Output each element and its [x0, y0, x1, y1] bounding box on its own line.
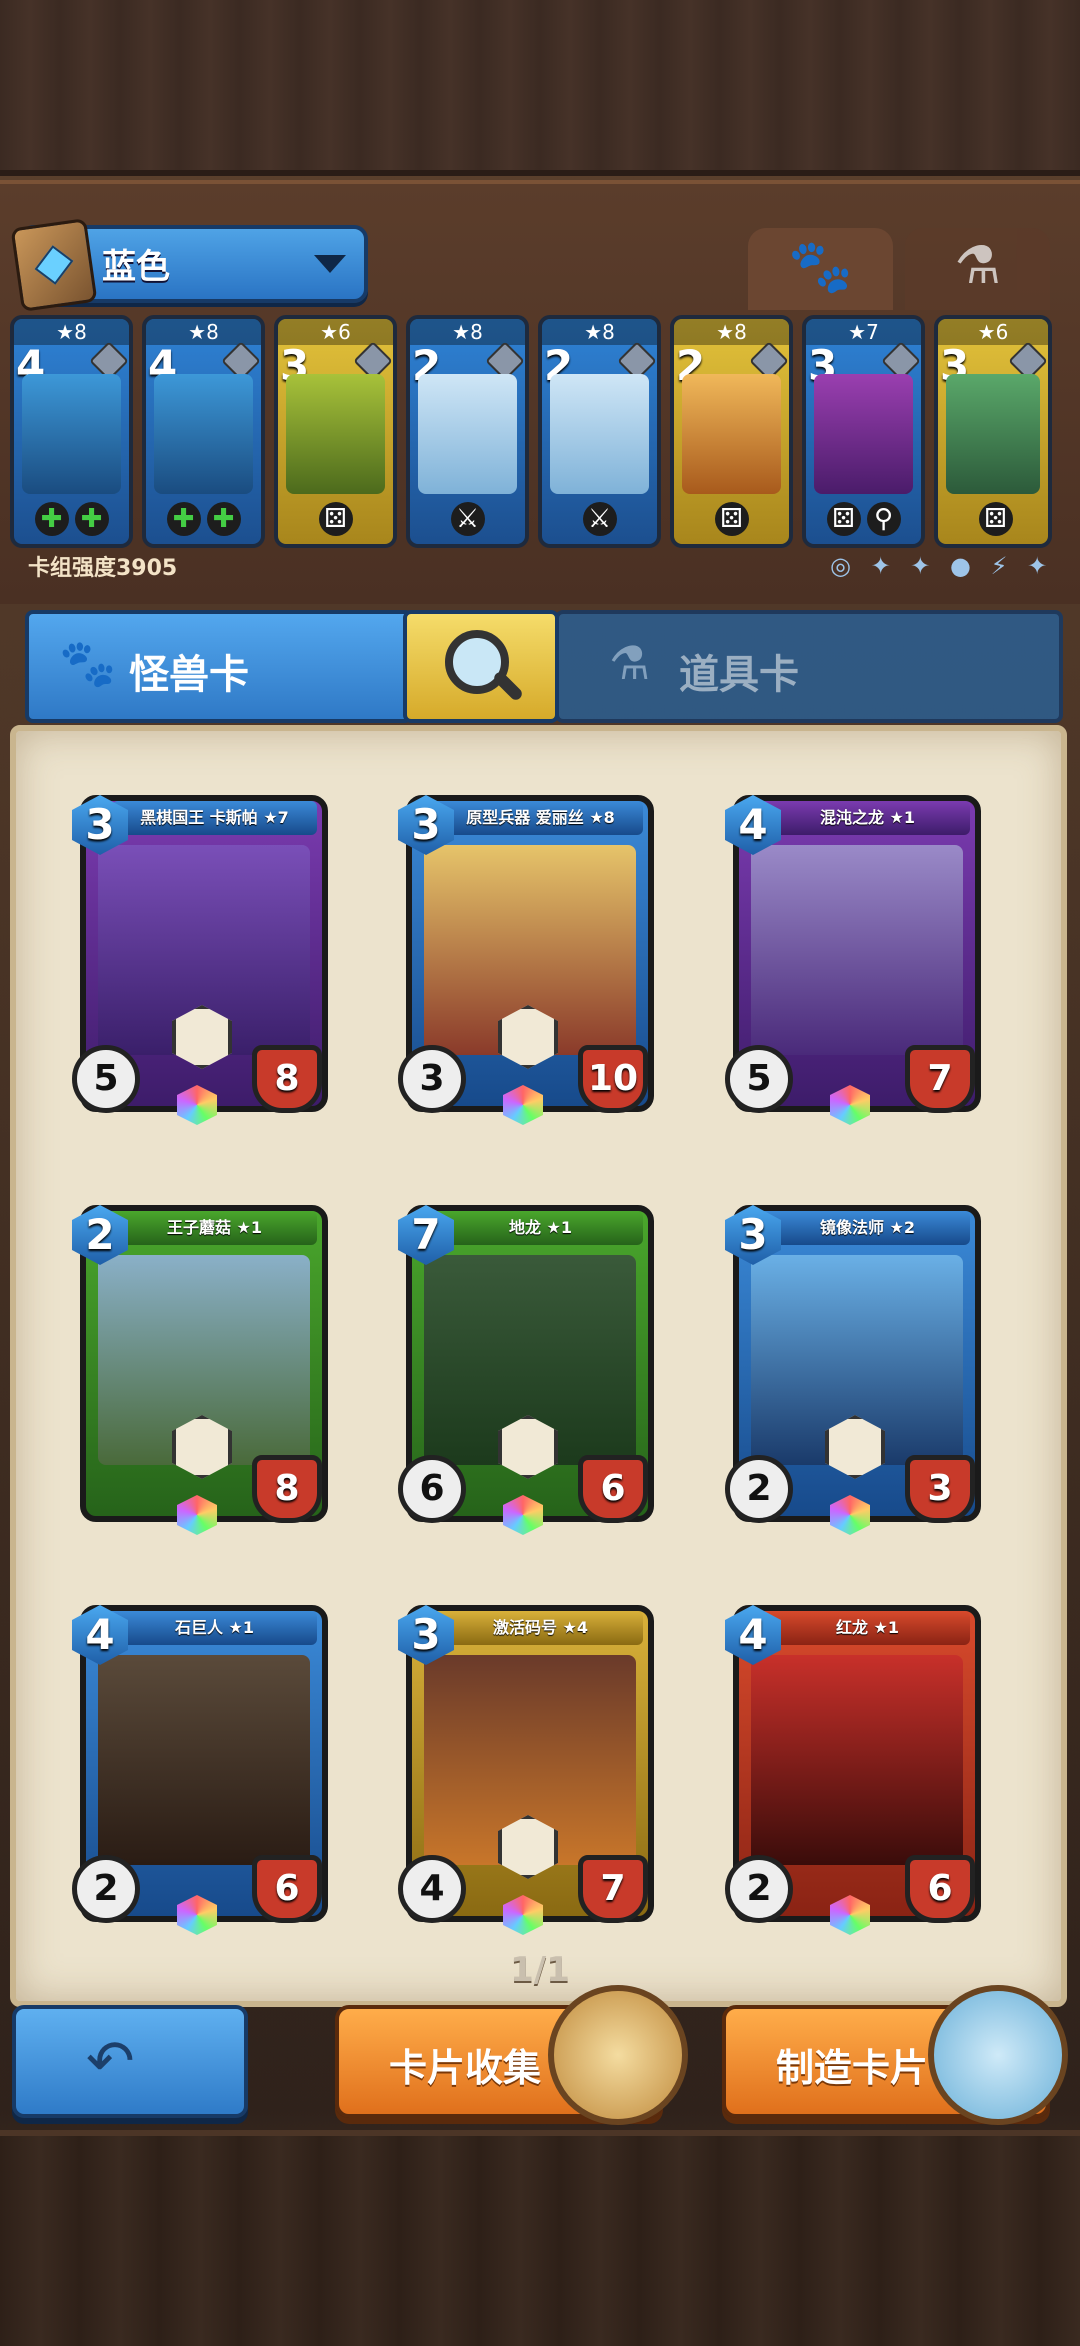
card-health: 10 — [578, 1045, 648, 1113]
button-label: 制造卡片 — [776, 2046, 929, 2090]
card-name: 地龙 ★1 — [438, 1211, 643, 1245]
sword-icon: ⚔ — [450, 502, 485, 536]
card-attack: 6 — [398, 1455, 466, 1523]
tab-label: 道具卡 — [679, 652, 799, 698]
card-art — [946, 374, 1040, 494]
monster-card[interactable]: 地龙 ★1 7 6 6 — [398, 1205, 654, 1535]
tab-monster-cards[interactable]: 🐾 怪兽卡 — [25, 610, 413, 723]
monster-card[interactable]: 红龙 ★1 4 2 6 — [725, 1605, 981, 1935]
bottom-wood-frame — [0, 2130, 1080, 2346]
deck-book-icon — [10, 218, 98, 312]
monster-card[interactable]: 镜像法师 ★2 3 2 3 — [725, 1205, 981, 1535]
hook-icon: ⚲ — [866, 502, 901, 536]
card-art — [98, 1655, 310, 1865]
card-name: 王子蘑菇 ★1 — [112, 1211, 317, 1245]
card-name: 红龙 ★1 — [765, 1611, 970, 1645]
card-health: 6 — [905, 1855, 975, 1923]
deck-name: 蓝色 — [102, 247, 170, 287]
chevron-down-icon — [314, 255, 346, 273]
card-name: 激活码号 ★4 — [438, 1611, 643, 1645]
dice-icon: ⚄ — [826, 502, 861, 536]
deck-card[interactable]: ★8 2 ⚔ — [538, 315, 661, 548]
tab-monster-deck[interactable]: 🐾 — [748, 228, 893, 310]
card-art — [286, 374, 385, 494]
tab-label: 怪兽卡 — [129, 652, 249, 698]
back-button[interactable]: ↶ — [12, 2005, 248, 2118]
card-art — [751, 845, 963, 1055]
monster-card[interactable]: 激活码号 ★4 3 4 7 — [398, 1605, 654, 1935]
card-health: 6 — [252, 1855, 322, 1923]
card-health: 7 — [905, 1045, 975, 1113]
deck-card[interactable]: ★8 2 ⚔ — [406, 315, 529, 548]
flask-icon: ⚗ — [954, 236, 1001, 296]
card-art — [814, 374, 913, 494]
card-attack: 5 — [725, 1045, 793, 1113]
deck-card[interactable]: ★8 4 ✚ ✚ — [142, 315, 265, 548]
card-attack: 3 — [398, 1045, 466, 1113]
paw-icon: 🐾 — [59, 636, 117, 690]
monster-card[interactable]: 混沌之龙 ★1 4 5 7 — [725, 795, 981, 1125]
card-health: 6 — [578, 1455, 648, 1523]
card-art — [682, 374, 781, 494]
dice-icon: ⚄ — [318, 502, 353, 536]
monster-card[interactable]: 黑棋国王 卡斯帕 ★7 3 5 8 — [72, 795, 328, 1125]
heal-icon: ✚ — [206, 502, 241, 536]
card-collection-icon — [548, 1985, 688, 2125]
card-art — [751, 1655, 963, 1865]
deck-card[interactable]: ★7 3 ⚄ ⚲ — [802, 315, 925, 548]
category-bar: 🐾 怪兽卡 ⚗ 道具卡 — [25, 610, 1063, 723]
element-icons: ◎ ✦ ✦ ● ⚡ ✦ — [830, 552, 1054, 580]
back-arrow-icon: ↶ — [86, 2027, 135, 2095]
heal-icon: ✚ — [34, 502, 69, 536]
card-attack: 2 — [725, 1855, 793, 1923]
search-button[interactable] — [403, 610, 559, 723]
monster-card[interactable]: 原型兵器 爱丽丝 ★8 3 3 10 — [398, 795, 654, 1125]
tab-item-deck[interactable]: ⚗ — [905, 228, 1050, 310]
potion-icon — [928, 1985, 1068, 2125]
dice-icon: ⚄ — [714, 502, 749, 536]
card-attack: 5 — [72, 1045, 140, 1113]
card-health: 7 — [578, 1855, 648, 1923]
card-name: 石巨人 ★1 — [112, 1611, 317, 1645]
tab-item-cards[interactable]: ⚗ 道具卡 — [555, 610, 1063, 723]
card-health: 3 — [905, 1455, 975, 1523]
card-health: 8 — [252, 1455, 322, 1523]
deck-power: 卡组强度3905 — [28, 556, 178, 581]
card-art — [418, 374, 517, 494]
card-art — [154, 374, 253, 494]
card-attack: 2 — [725, 1455, 793, 1523]
monster-card[interactable]: 王子蘑菇 ★1 2 8 — [72, 1205, 328, 1535]
card-name: 黑棋国王 卡斯帕 ★7 — [112, 801, 317, 835]
card-health: 8 — [252, 1045, 322, 1113]
page-indicator: 1/1 — [510, 1950, 570, 1990]
button-label: 卡片收集 — [389, 2046, 542, 2090]
card-name: 镜像法师 ★2 — [765, 1211, 970, 1245]
heal-icon: ✚ — [166, 502, 201, 536]
card-name: 混沌之龙 ★1 — [765, 801, 970, 835]
paw-icon: 🐾 — [788, 237, 853, 297]
deck-card[interactable]: ★6 3 ⚄ — [274, 315, 397, 548]
card-attack: 4 — [398, 1855, 466, 1923]
deck-card[interactable]: ★6 3 ⚄ — [934, 315, 1052, 548]
deck-selector[interactable]: 蓝色 — [10, 218, 368, 312]
dice-icon: ⚄ — [978, 502, 1013, 536]
sword-icon: ⚔ — [582, 502, 617, 536]
deck-card[interactable]: ★8 4 ✚ ✚ — [10, 315, 133, 548]
deck-card[interactable]: ★8 2 ⚄ — [670, 315, 793, 548]
card-art — [22, 374, 121, 494]
monster-card[interactable]: 石巨人 ★1 4 2 6 — [72, 1605, 328, 1935]
card-attack: 2 — [72, 1855, 140, 1923]
heal-icon: ✚ — [74, 502, 109, 536]
deck-card-strip: ★8 4 ✚ ✚ ★8 4 ✚ ✚ ★6 3 ⚄ ★8 2 ⚔ ★8 2 ⚔ ★8 … — [10, 315, 1070, 548]
top-wood-frame — [0, 0, 1080, 176]
flask-icon: ⚗ — [609, 636, 651, 690]
card-art — [550, 374, 649, 494]
card-name: 原型兵器 爱丽丝 ★8 — [438, 801, 643, 835]
